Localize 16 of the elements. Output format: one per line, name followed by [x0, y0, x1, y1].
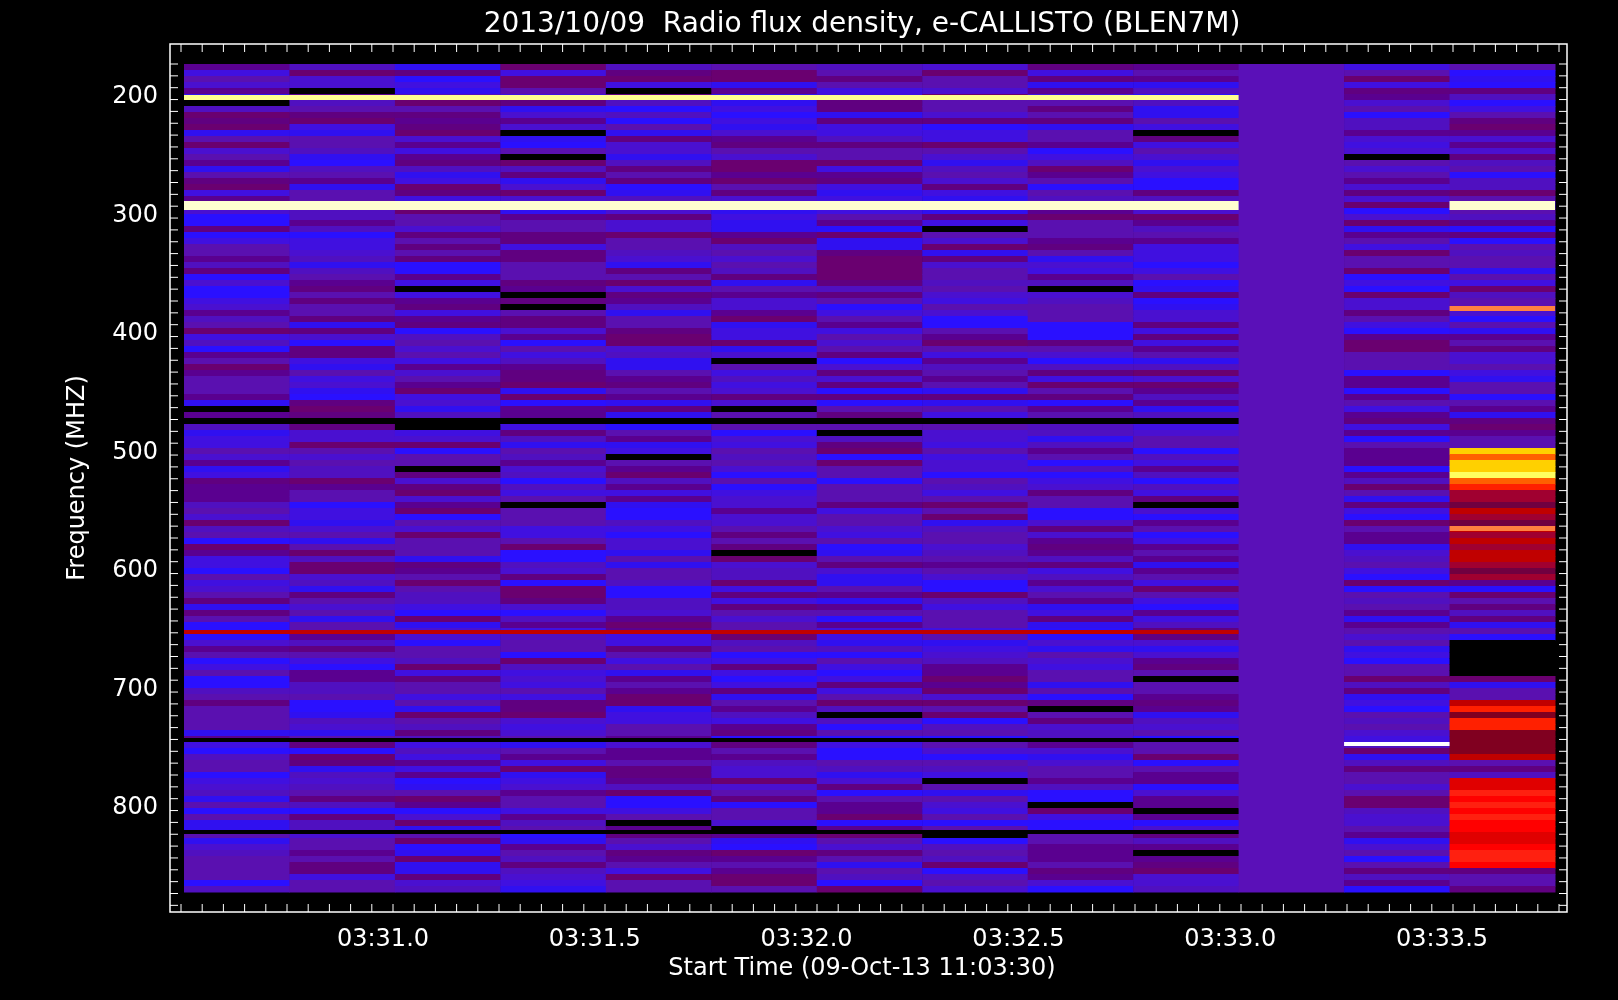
chart-title: 2013/10/09 Radio flux density, e-CALLISTO (BLEN7M)	[483, 6, 1241, 39]
tick-label: 03:32.0	[760, 924, 853, 952]
axis-label: Start Time (09-Oct-13 11:03:30)	[668, 953, 1056, 981]
tick-label: 400	[112, 318, 158, 346]
tick-label: 800	[112, 792, 158, 820]
tick-label: 600	[112, 555, 158, 583]
tick-label: 03:32.5	[972, 924, 1065, 952]
tick-label: 700	[112, 673, 158, 702]
axis-label: Frequency (MHZ)	[62, 375, 90, 581]
tick-label: 03:33.0	[1184, 924, 1277, 952]
tick-label: 03:31.0	[336, 924, 430, 952]
tick-label: 03:33.5	[1395, 924, 1489, 952]
tick-label: 03:31.5	[548, 924, 641, 952]
tick-label: 300	[112, 199, 158, 228]
tick-label: 500	[112, 436, 158, 465]
tick-label: 200	[112, 81, 158, 109]
